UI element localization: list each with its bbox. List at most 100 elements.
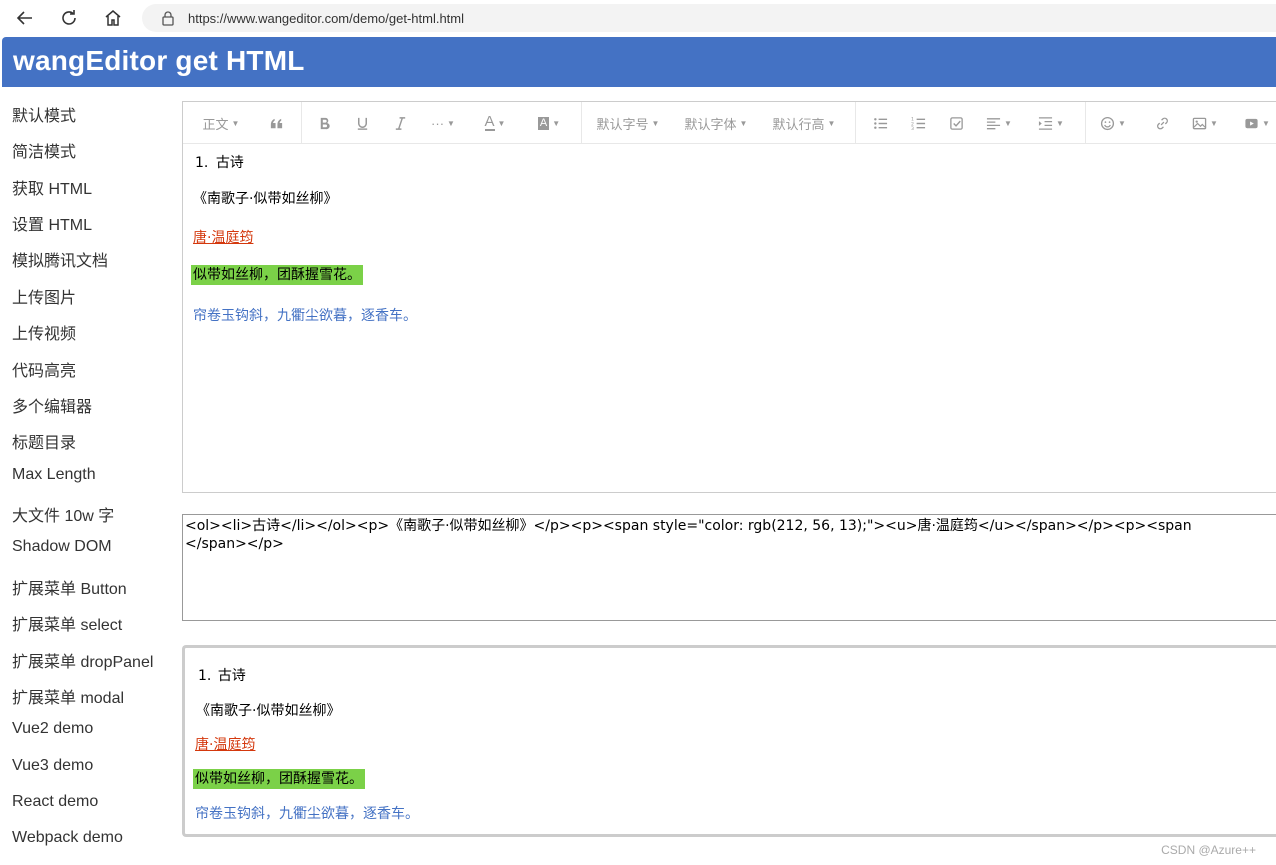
more-style-label: ··· [431,115,445,131]
font-family-label: 默认字体 [684,116,737,132]
sidebar-item-webpack-demo[interactable]: Webpack demo [12,829,123,847]
bold-icon [320,117,330,129]
preview-highlighted-text: 似带如丝柳，团酥握雪花。 [193,769,365,789]
bulleted-list-icon [873,117,887,129]
font-size-select[interactable]: 默认字号 ▼ [593,102,663,144]
sidebar-item-multi-editor[interactable]: 多个编辑器 [12,393,92,417]
link-icon [1156,117,1168,129]
sidebar-item-max-length[interactable]: Max Length [12,466,96,484]
sidebar-item-heading-toc[interactable]: 标题目录 [12,429,76,453]
sidebar-item-upload-image[interactable]: 上传图片 [12,284,76,308]
header-select-label: 正文 [202,116,229,132]
poem-title: 《南歌子·似带如丝柳》 [193,191,338,207]
indent-icon [1038,116,1053,130]
home-icon [105,10,121,26]
italic-button[interactable] [385,102,415,144]
preview-list-number: 1. [198,668,212,684]
toolbar-divider [581,102,582,144]
preview-list-item-text: 古诗 [217,668,246,684]
preview-poem-author: 唐·温庭筠 [195,737,256,753]
sidebar-item-react-demo[interactable]: React demo [12,793,98,811]
todo-button[interactable] [941,102,971,144]
arrow-left-icon [16,11,32,25]
rich-text-editor: 正文 ▼ ··· ▼ A ▼ A ▼ 默认字号 ▼ 默认字体 ▼ 默认行高 ▼ … [182,101,1276,493]
line-height-select[interactable]: 默认行高 ▼ [769,102,839,144]
sidebar-item-upload-video[interactable]: 上传视频 [12,320,76,344]
svg-text:3: 3 [911,126,914,131]
url-text: https://www.wangeditor.com/demo/get-html… [188,10,465,26]
preview-poem-line-1: 似带如丝柳，团酥握雪花。 [193,768,365,789]
font-size-label: 默认字号 [596,116,649,132]
sidebar-item-ext-modal[interactable]: 扩展菜单 modal [12,684,124,708]
toolbar-divider [301,102,302,144]
underline-icon [357,117,367,130]
home-button[interactable] [101,6,125,30]
html-preview: 1. 古诗 《南歌子·似带如丝柳》 唐·温庭筠 似带如丝柳，团酥握雪花。 帘卷玉… [182,645,1276,837]
underline-button[interactable] [347,102,377,144]
font-color-icon: A [484,113,495,131]
poem-author: 唐·温庭筠 [193,230,254,246]
indent-menu[interactable]: ▼ [1033,102,1069,144]
image-icon [1192,117,1207,129]
list-number: 1. [195,155,209,171]
editor-toolbar: 正文 ▼ ··· ▼ A ▼ A ▼ 默认字号 ▼ 默认字体 ▼ 默认行高 ▼ … [183,102,1276,144]
font-family-select[interactable]: 默认字体 ▼ [681,102,751,144]
bg-color-menu[interactable]: A ▼ [531,102,567,144]
address-bar[interactable]: https://www.wangeditor.com/demo/get-html… [142,4,1276,32]
bulleted-list-button[interactable] [865,102,895,144]
quote-icon [270,118,282,128]
header-select[interactable]: 正文 ▼ [193,102,249,144]
numbered-list-icon: 123 [911,116,925,131]
sidebar-item-shadow-dom[interactable]: Shadow DOM [12,538,112,556]
reload-icon [62,10,76,25]
preview-poem-title: 《南歌子·似带如丝柳》 [196,703,341,719]
back-button[interactable] [13,6,37,30]
page-title: wangEditor get HTML [13,45,305,76]
sidebar-item-vue3-demo[interactable]: Vue3 demo [12,757,93,775]
sidebar-item-get-html[interactable]: 获取 HTML [12,175,92,199]
sidebar-item-set-html[interactable]: 设置 HTML [12,211,92,235]
more-style-menu[interactable]: ··· ▼ [425,102,461,144]
bold-button[interactable] [309,102,339,144]
sidebar-item-ext-select[interactable]: 扩展菜单 select [12,611,122,635]
page-header: wangEditor get HTML [2,37,1276,87]
line-height-label: 默认行高 [772,116,825,132]
sidebar-item-simple-mode[interactable]: 简洁模式 [12,138,76,162]
browser-chrome: https://www.wangeditor.com/demo/get-html… [0,0,1276,36]
preview-poem-line-2: 帘卷玉钩斜，九衢尘欲暮，逐香车。 [195,806,419,822]
preview-list-item: 1. 古诗 [198,665,246,685]
numbered-list-button[interactable]: 123 [903,102,933,144]
poem-line-1: 似带如丝柳，团酥握雪花。 [191,264,363,285]
html-output-textarea[interactable]: <ol><li>古诗</li></ol><p>《南歌子·似带如丝柳》</p><p… [182,514,1276,621]
emotion-menu[interactable]: ▼ [1095,102,1131,144]
align-left-icon [986,117,1001,129]
sidebar-item-ext-droppanel[interactable]: 扩展菜单 dropPanel [12,648,153,672]
bg-color-icon: A [537,116,550,130]
justify-menu[interactable]: ▼ [981,102,1017,144]
html-output-text: <ol><li>古诗</li></ol><p>《南歌子·似带如丝柳》</p><p… [185,518,1192,552]
video-menu[interactable]: ▼ [1239,102,1275,144]
watermark: CSDN @Azure++ [1161,843,1256,857]
lock-icon [162,11,174,26]
toolbar-divider [1085,102,1086,144]
insert-link-button[interactable] [1147,102,1177,144]
checkbox-icon [949,116,963,130]
sidebar-item-large-file[interactable]: 大文件 10w 字 [12,502,114,526]
image-menu[interactable]: ▼ [1187,102,1223,144]
sidebar-item-code-highlight[interactable]: 代码高亮 [12,357,76,381]
smiley-icon [1100,116,1115,130]
italic-icon [395,116,405,130]
video-icon [1245,118,1258,128]
sidebar-item-tencent-doc[interactable]: 模拟腾讯文档 [12,247,108,271]
list-item: 1. 古诗 [195,152,244,172]
list-item-text: 古诗 [215,155,244,171]
sidebar-item-vue2-demo[interactable]: Vue2 demo [12,720,93,738]
highlighted-text: 似带如丝柳，团酥握雪花。 [191,265,363,285]
toolbar-divider [855,102,856,144]
font-color-menu[interactable]: A ▼ [477,102,513,144]
poem-line-2: 帘卷玉钩斜，九衢尘欲暮，逐香车。 [193,308,417,324]
blockquote-button[interactable] [261,102,291,144]
reload-button[interactable] [57,6,81,30]
sidebar-item-default-mode[interactable]: 默认模式 [12,102,76,126]
sidebar-item-ext-button[interactable]: 扩展菜单 Button [12,575,127,599]
